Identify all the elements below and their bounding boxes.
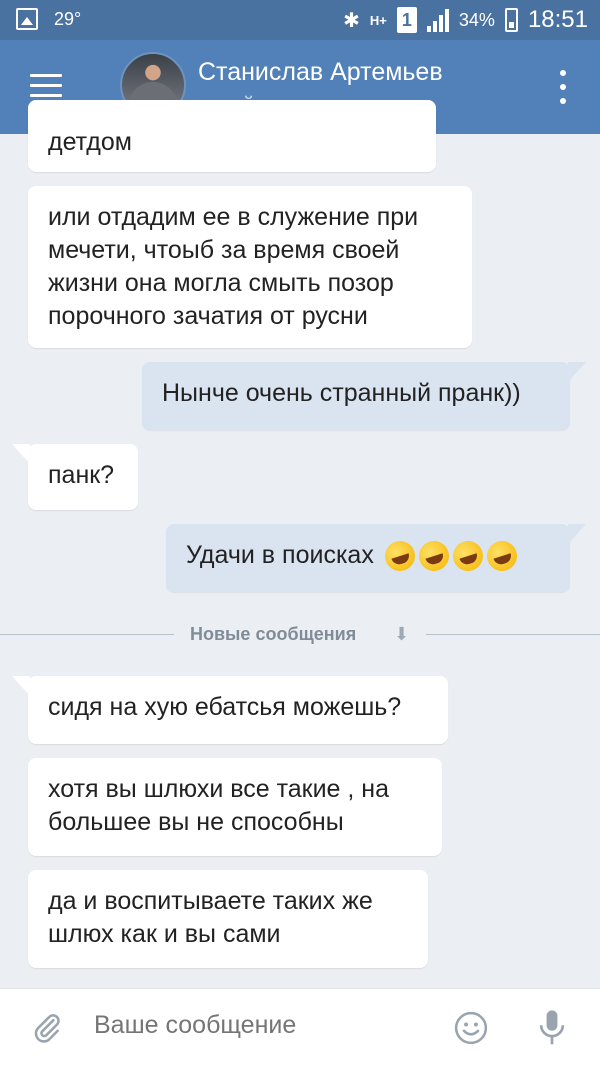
message-text: панк?: [48, 461, 115, 489]
more-icon[interactable]: [558, 70, 568, 104]
message-incoming[interactable]: панк?: [12, 444, 138, 510]
attach-icon[interactable]: [30, 1011, 64, 1045]
message-text: детдом: [48, 128, 132, 156]
message-text: Нынче очень странный пранк)): [162, 379, 521, 407]
new-messages-divider: Новые сообщения ⬇: [0, 620, 600, 650]
message-incoming[interactable]: или отдадим ее в служение при мечети, чт…: [28, 186, 472, 348]
divider-label: Новые сообщения: [190, 624, 357, 644]
message-incoming[interactable]: сидя на хую ебатсья можешь?: [12, 676, 448, 744]
message-outgoing[interactable]: Удачи в поисках: [166, 524, 586, 592]
emoji-icon: [380, 537, 419, 576]
message-text: да и воспитываете таких же шлюх как и вы…: [48, 887, 373, 948]
bluetooth-icon: ✱: [343, 9, 360, 32]
message-incoming[interactable]: хотя вы шлюхи все такие , на большее вы …: [28, 758, 442, 856]
emoji-icon: [482, 537, 521, 576]
battery-percent: 34%: [458, 9, 495, 30]
message-incoming[interactable]: детдом: [28, 100, 436, 172]
smile-icon[interactable]: [454, 1011, 488, 1045]
message-composer: [0, 988, 600, 1066]
message-text: Удачи в поисках: [186, 541, 374, 569]
sim-indicator: 1: [396, 7, 417, 33]
message-input[interactable]: [94, 1011, 434, 1040]
arrow-down-icon: ⬇: [394, 624, 410, 644]
message-text: или отдадим ее в служение при мечети, чт…: [48, 203, 419, 330]
emoji-icon: [414, 537, 453, 576]
message-text: сидя на хую ебатсья можешь?: [48, 693, 402, 721]
contact-name[interactable]: Станислав Артемьев: [198, 58, 443, 87]
temperature: 29°: [54, 8, 82, 29]
mic-icon[interactable]: [538, 1009, 566, 1047]
network-type: H+: [369, 12, 387, 28]
menu-icon[interactable]: [30, 74, 62, 100]
emoji-icon: [448, 537, 487, 576]
battery-icon: [504, 8, 518, 32]
gallery-icon: [16, 8, 38, 30]
message-text: хотя вы шлюхи все такие , на большее вы …: [48, 775, 390, 836]
status-bar: 29° ✱ H+ 1 34% 18:51: [0, 0, 600, 40]
signal-icon: [426, 8, 449, 32]
message-outgoing[interactable]: Нынче очень странный пранк)): [142, 362, 586, 430]
message-incoming[interactable]: да и воспитываете таких же шлюх как и вы…: [28, 870, 428, 968]
clock: 18:51: [527, 6, 588, 33]
